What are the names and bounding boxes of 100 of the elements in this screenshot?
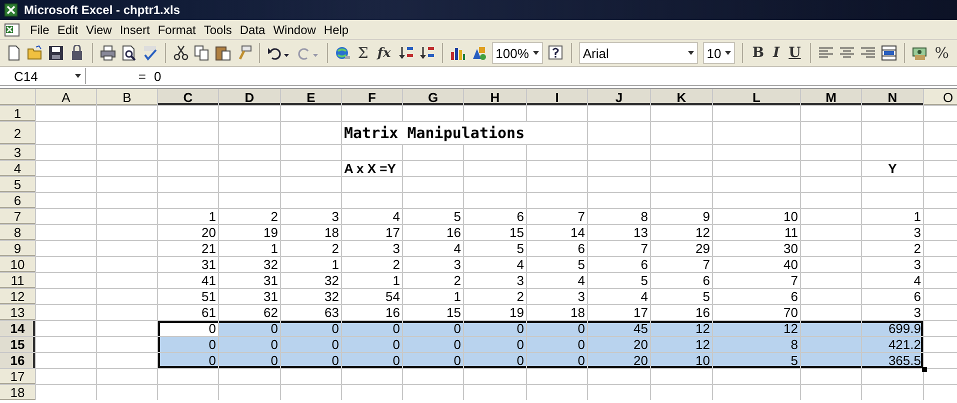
- table-cell[interactable]: [801, 177, 861, 192]
- globe-icon[interactable]: [334, 45, 351, 61]
- table-cell[interactable]: Matrix Manipulations: [342, 122, 587, 144]
- table-cell[interactable]: 0: [403, 321, 463, 336]
- column-header[interactable]: B: [97, 89, 157, 105]
- table-cell[interactable]: [527, 106, 587, 121]
- table-cell[interactable]: [801, 337, 861, 352]
- table-cell[interactable]: [801, 161, 861, 176]
- column-header[interactable]: D: [219, 89, 280, 105]
- workbook-icon[interactable]: [4, 22, 20, 38]
- row-header[interactable]: 15: [0, 337, 35, 352]
- table-cell[interactable]: [588, 122, 650, 144]
- table-cell[interactable]: 12: [651, 321, 712, 336]
- table-cell[interactable]: 0: [403, 337, 463, 352]
- table-cell[interactable]: [97, 353, 157, 368]
- folder-icon[interactable]: [27, 45, 43, 61]
- table-cell[interactable]: 10: [651, 353, 712, 368]
- table-cell[interactable]: [281, 161, 341, 176]
- table-cell[interactable]: [281, 177, 341, 192]
- table-cell[interactable]: [801, 257, 861, 272]
- table-cell[interactable]: [527, 161, 587, 176]
- print-preview-icon[interactable]: [120, 45, 137, 61]
- table-cell[interactable]: [801, 273, 861, 288]
- table-cell[interactable]: 6: [651, 273, 712, 288]
- table-cell[interactable]: [651, 369, 712, 384]
- copy-icon[interactable]: [194, 45, 210, 61]
- table-cell[interactable]: 31: [219, 289, 280, 304]
- table-cell[interactable]: [588, 369, 650, 384]
- table-cell[interactable]: 0: [342, 337, 402, 352]
- table-cell[interactable]: [97, 369, 157, 384]
- table-cell[interactable]: 20: [588, 337, 650, 352]
- column-header[interactable]: H: [464, 89, 526, 105]
- row-header[interactable]: 1: [0, 106, 35, 121]
- table-cell[interactable]: [97, 257, 157, 272]
- row-header[interactable]: 18: [0, 385, 35, 400]
- table-cell[interactable]: [342, 385, 402, 400]
- column-header[interactable]: N: [862, 89, 923, 105]
- table-cell[interactable]: [713, 161, 800, 176]
- table-cell[interactable]: 2: [219, 209, 280, 224]
- table-cell[interactable]: 6: [527, 241, 587, 256]
- paste-icon[interactable]: [214, 45, 231, 61]
- table-cell[interactable]: [862, 122, 923, 144]
- table-cell[interactable]: [403, 385, 463, 400]
- table-cell[interactable]: 3: [281, 209, 341, 224]
- spreadsheet-icon[interactable]: [4, 3, 18, 17]
- table-cell[interactable]: 0: [464, 353, 526, 368]
- table-cell[interactable]: [97, 161, 157, 176]
- menu-item[interactable]: File: [26, 22, 54, 36]
- table-cell[interactable]: [527, 385, 587, 400]
- table-cell[interactable]: [36, 161, 96, 176]
- table-cell[interactable]: 62: [219, 305, 280, 320]
- table-cell[interactable]: [588, 145, 650, 160]
- table-cell[interactable]: [36, 177, 96, 192]
- table-cell[interactable]: 9: [651, 209, 712, 224]
- table-cell[interactable]: 4: [342, 209, 402, 224]
- table-cell[interactable]: 14: [527, 225, 587, 240]
- table-cell[interactable]: [403, 106, 463, 121]
- table-cell[interactable]: 2: [464, 289, 526, 304]
- currency-icon[interactable]: [912, 45, 928, 61]
- row-header[interactable]: 14: [0, 321, 35, 336]
- table-cell[interactable]: [862, 145, 923, 160]
- insert-function-button[interactable]: fx: [375, 46, 393, 60]
- table-cell[interactable]: 0: [219, 353, 280, 368]
- table-cell[interactable]: 32: [281, 289, 341, 304]
- table-cell[interactable]: [158, 145, 218, 160]
- table-cell[interactable]: 3: [862, 305, 923, 320]
- table-cell[interactable]: 4: [588, 289, 650, 304]
- table-cell[interactable]: [36, 353, 96, 368]
- save-icon[interactable]: [48, 45, 64, 61]
- table-cell[interactable]: [588, 106, 650, 121]
- table-cell[interactable]: [97, 241, 157, 256]
- table-cell[interactable]: 17: [342, 225, 402, 240]
- table-cell[interactable]: 2: [403, 273, 463, 288]
- table-cell[interactable]: [651, 122, 712, 144]
- column-header[interactable]: J: [588, 89, 650, 105]
- column-header[interactable]: I: [527, 89, 587, 105]
- table-cell[interactable]: [464, 106, 526, 121]
- table-cell[interactable]: 0: [527, 353, 587, 368]
- table-cell[interactable]: 1: [403, 289, 463, 304]
- table-cell[interactable]: 16: [342, 305, 402, 320]
- table-cell[interactable]: 3: [342, 241, 402, 256]
- table-cell[interactable]: [97, 273, 157, 288]
- table-cell[interactable]: 0: [464, 337, 526, 352]
- table-cell[interactable]: 61: [158, 305, 218, 320]
- table-cell[interactable]: [588, 161, 650, 176]
- table-cell[interactable]: 21: [158, 241, 218, 256]
- table-cell[interactable]: [281, 145, 341, 160]
- table-cell[interactable]: 4: [527, 273, 587, 288]
- table-cell[interactable]: 3: [464, 273, 526, 288]
- table-cell[interactable]: [342, 177, 402, 192]
- table-cell[interactable]: [158, 193, 218, 208]
- table-cell[interactable]: 421.2: [862, 337, 923, 352]
- table-cell[interactable]: [97, 177, 157, 192]
- table-cell[interactable]: 0: [158, 353, 218, 368]
- table-cell[interactable]: [36, 369, 96, 384]
- table-cell[interactable]: [651, 193, 712, 208]
- table-cell[interactable]: [97, 337, 157, 352]
- table-cell[interactable]: 10: [713, 209, 800, 224]
- table-cell[interactable]: 7: [651, 257, 712, 272]
- table-cell[interactable]: 19: [464, 305, 526, 320]
